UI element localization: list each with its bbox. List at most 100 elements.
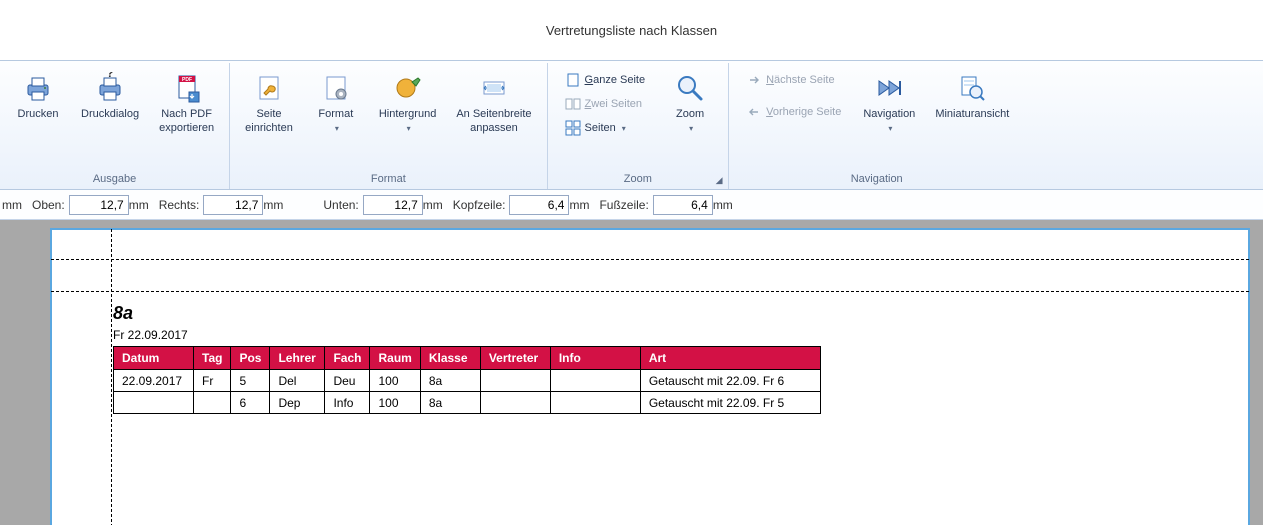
- table-cell: Getauscht mit 22.09. Fr 6: [640, 370, 820, 392]
- fit-width-button[interactable]: An Seitenbreite anpassen: [449, 67, 538, 141]
- nav-fastforward-icon: [873, 72, 905, 104]
- svg-text:PDF: PDF: [182, 77, 192, 83]
- margin-right-label: Rechts:: [159, 198, 200, 212]
- zoom-dialog-launcher[interactable]: ◢: [712, 173, 726, 187]
- ribbon-group-navigation: Nächste Seite Vorherige Seite Navigation…: [729, 63, 1024, 189]
- chevron-down-icon: ▾: [689, 124, 693, 133]
- thumbnails-button[interactable]: Miniaturansicht: [928, 67, 1016, 127]
- page-wrench-icon: [253, 72, 285, 104]
- page-single-icon: [565, 72, 581, 88]
- navigation-button[interactable]: Navigation▾: [856, 67, 922, 141]
- table-cell: 100: [370, 392, 420, 414]
- table-cell: 8a: [420, 370, 480, 392]
- two-pages-label: Zwei Seiten: [585, 98, 643, 110]
- pdf-icon: PDF: [171, 72, 203, 104]
- table-header: Tag: [194, 347, 231, 370]
- thumbnail-icon: [956, 72, 988, 104]
- window-title: Vertretungsliste nach Klassen: [546, 23, 717, 38]
- ribbon-group-output: Drucken ? Druckdialog PDF Nach PDF expor…: [0, 63, 230, 189]
- export-pdf-button[interactable]: PDF Nach PDF exportieren: [152, 67, 221, 141]
- magnifier-icon: [674, 72, 706, 104]
- margins-toolbar: mm Oben: mm Rechts: mm Unten: mm Kopfzei…: [0, 190, 1263, 220]
- class-title: 8a: [113, 303, 821, 324]
- window-title-bar: Vertretungsliste nach Klassen: [0, 0, 1263, 60]
- prev-page-button[interactable]: Vorherige Seite: [741, 101, 846, 123]
- ribbon-group-format: Seite einrichten Format▾ Hintergrund▾ An…: [230, 63, 547, 189]
- zoom-button[interactable]: Zoom▾: [660, 67, 720, 141]
- class-date: Fr 22.09.2017: [113, 328, 821, 342]
- table-header: Klasse: [420, 347, 480, 370]
- page-setup-button[interactable]: Seite einrichten: [238, 67, 300, 141]
- margin-top-label: Oben:: [32, 198, 65, 212]
- print-button[interactable]: Drucken: [8, 67, 68, 127]
- table-row: 6DepInfo1008a Getauscht mit 22.09. Fr 5: [114, 392, 821, 414]
- table-header: Raum: [370, 347, 420, 370]
- background-button[interactable]: Hintergrund▾: [372, 67, 443, 141]
- table-cell: Info: [325, 392, 370, 414]
- table-cell: Getauscht mit 22.09. Fr 5: [640, 392, 820, 414]
- paint-icon: [392, 72, 424, 104]
- margin-header-label: Kopfzeile:: [453, 198, 506, 212]
- table-header: Pos: [231, 347, 270, 370]
- ribbon: Drucken ? Druckdialog PDF Nach PDF expor…: [0, 60, 1263, 190]
- whole-page-button[interactable]: Ganze Seite /*placeholder*/: [560, 69, 651, 91]
- svg-text:?: ?: [106, 72, 113, 80]
- page-double-icon: [565, 96, 581, 112]
- margin-right-input[interactable]: [203, 195, 263, 215]
- next-page-button[interactable]: Nächste Seite: [741, 69, 846, 91]
- two-pages-button[interactable]: Zwei Seiten: [560, 93, 651, 115]
- margin-bottom-label: Unten:: [323, 198, 358, 212]
- chevron-down-icon: ▾: [888, 124, 892, 133]
- margin-top-input[interactable]: [69, 195, 129, 215]
- margin-header-input[interactable]: [509, 195, 569, 215]
- table-header: Fach: [325, 347, 370, 370]
- table-cell: 100: [370, 370, 420, 392]
- table-cell: 5: [231, 370, 270, 392]
- table-cell: [480, 370, 550, 392]
- chevron-down-icon: ▾: [407, 124, 411, 133]
- table-cell: [114, 392, 194, 414]
- fit-width-icon: [478, 72, 510, 104]
- margin-footer-input[interactable]: [653, 195, 713, 215]
- margin-footer-label: Fußzeile:: [599, 198, 648, 212]
- format-button[interactable]: Format▾: [306, 67, 366, 141]
- table-row: 22.09.2017Fr5DelDeu1008a Getauscht mit 22…: [114, 370, 821, 392]
- pages-dropdown[interactable]: Seiten ▾: [560, 117, 651, 139]
- prev-page-label: Vorherige Seite: [766, 106, 841, 118]
- table-header: Vertreter: [480, 347, 550, 370]
- chevron-down-icon: ▾: [622, 124, 626, 133]
- page-preview: 8a Fr 22.09.2017 DatumTagPosLehrerFachRa…: [50, 228, 1250, 525]
- print-dialog-button[interactable]: ? Druckdialog: [74, 67, 146, 127]
- table-cell: 8a: [420, 392, 480, 414]
- left-unit-fragment: mm: [2, 198, 22, 212]
- table-cell: Dep: [270, 392, 325, 414]
- next-page-label: Nächste Seite: [766, 74, 835, 86]
- table-cell: 22.09.2017: [114, 370, 194, 392]
- printer-question-icon: ?: [94, 72, 126, 104]
- arrow-left-icon: [746, 104, 762, 120]
- table-cell: Del: [270, 370, 325, 392]
- table-cell: [550, 370, 640, 392]
- table-cell: [480, 392, 550, 414]
- printer-icon: [22, 72, 54, 104]
- table-cell: Deu: [325, 370, 370, 392]
- preview-workspace: 8a Fr 22.09.2017 DatumTagPosLehrerFachRa…: [0, 220, 1263, 525]
- table-cell: 6: [231, 392, 270, 414]
- table-cell: [550, 392, 640, 414]
- substitution-table: DatumTagPosLehrerFachRaumKlasseVertreter…: [113, 346, 821, 414]
- table-cell: [194, 392, 231, 414]
- margin-bottom-input[interactable]: [363, 195, 423, 215]
- table-header: Lehrer: [270, 347, 325, 370]
- ribbon-group-label: Format: [238, 171, 538, 187]
- table-header: Art: [640, 347, 820, 370]
- table-header: Datum: [114, 347, 194, 370]
- ribbon-group-zoom: Ganze Seite /*placeholder*/ Zwei Seiten …: [548, 63, 730, 189]
- chevron-down-icon: ▾: [335, 124, 339, 133]
- arrow-right-icon: [746, 72, 762, 88]
- table-header: Info: [550, 347, 640, 370]
- ribbon-group-label: Ausgabe: [8, 171, 221, 187]
- ribbon-group-label: Zoom: [556, 171, 721, 187]
- page-gear-icon: [320, 72, 352, 104]
- table-cell: Fr: [194, 370, 231, 392]
- ribbon-group-label: Navigation: [737, 171, 1016, 187]
